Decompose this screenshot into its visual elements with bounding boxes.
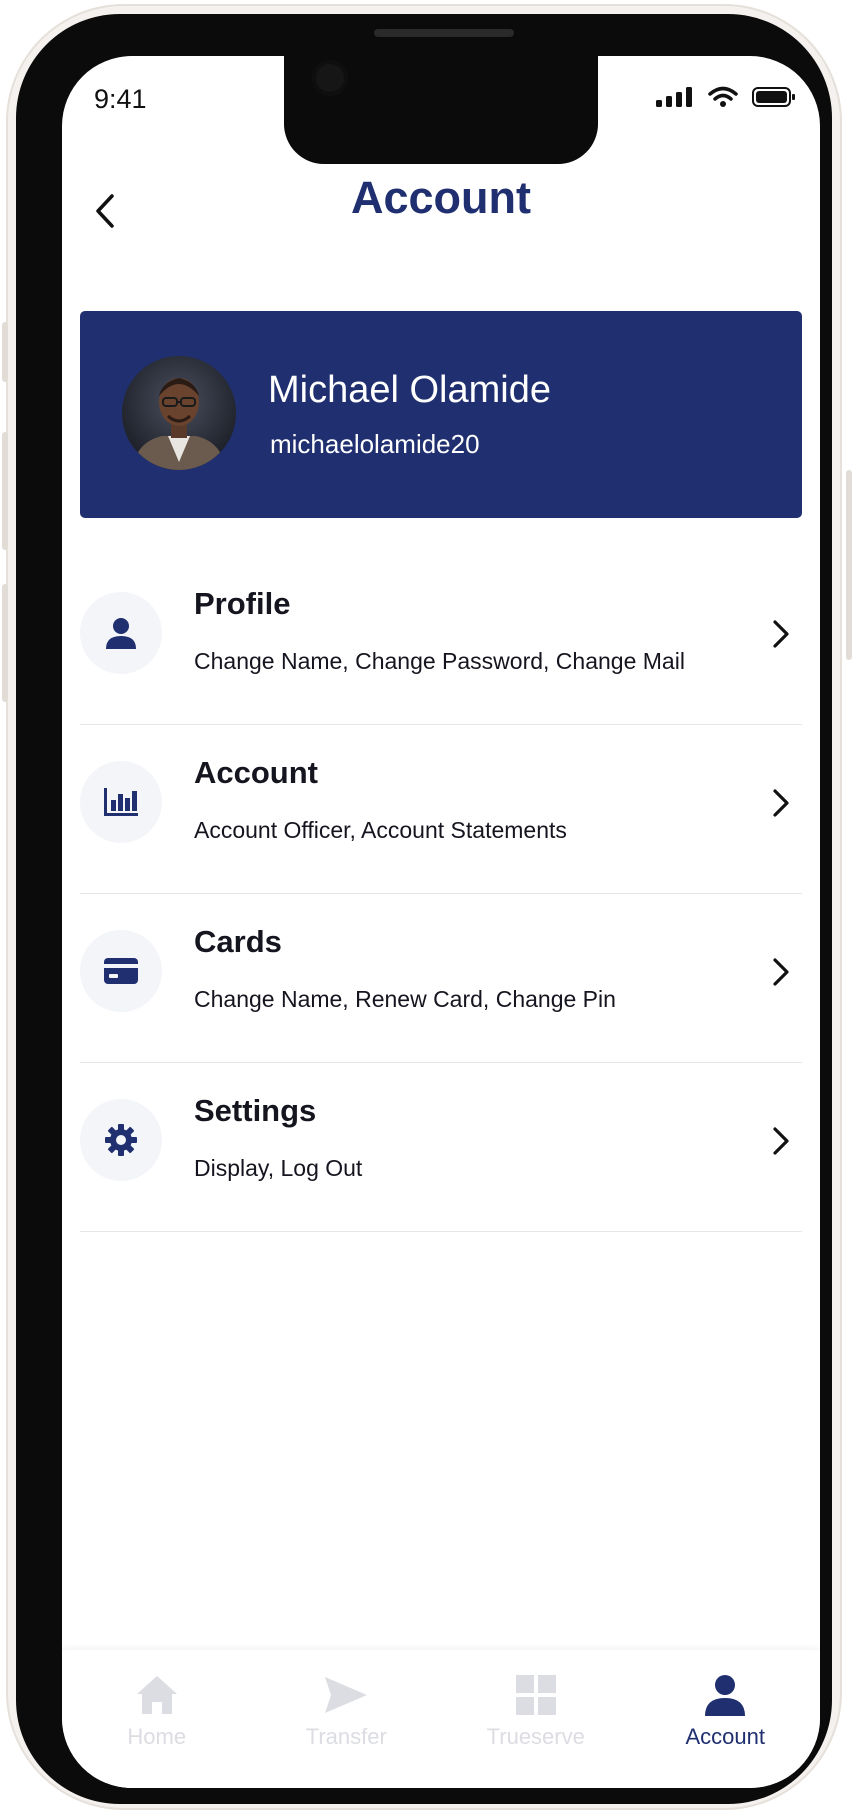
menu-item-title: Account bbox=[194, 755, 318, 790]
menu-item-title: Settings bbox=[194, 1093, 317, 1128]
mute-switch bbox=[2, 322, 8, 382]
menu-item-subtitle: Change Name, Renew Card, Change Pin bbox=[194, 986, 616, 1012]
menu-icon-container bbox=[80, 592, 162, 674]
nav-label: Account bbox=[685, 1724, 766, 1749]
profile-card[interactable]: Michael Olamide michaelolamide20 bbox=[80, 311, 802, 518]
wifi-icon bbox=[708, 86, 738, 107]
status-time: 9:41 bbox=[94, 84, 147, 114]
menu-icon-container bbox=[80, 1099, 162, 1181]
power-button bbox=[846, 470, 852, 660]
menu-icon-container bbox=[80, 761, 162, 843]
chevron-right-icon bbox=[766, 610, 796, 658]
menu-item-subtitle: Account Officer, Account Statements bbox=[194, 817, 567, 843]
bar-chart-icon bbox=[104, 788, 138, 816]
volume-down-button bbox=[2, 584, 8, 702]
avatar bbox=[122, 356, 236, 470]
status-icons bbox=[656, 86, 796, 108]
menu-item-title: Profile bbox=[194, 586, 291, 621]
menu-icon-container bbox=[80, 930, 162, 1012]
nav-label: Trueserve bbox=[486, 1724, 585, 1749]
menu-item-subtitle: Display, Log Out bbox=[194, 1155, 363, 1181]
nav-item-transfer[interactable]: Transfer bbox=[261, 1650, 431, 1750]
nav-item-home[interactable]: Home bbox=[72, 1650, 242, 1750]
grid-icon bbox=[515, 1675, 556, 1715]
menu-item-title: Cards bbox=[194, 924, 282, 959]
nav-item-account[interactable]: Account bbox=[640, 1650, 810, 1750]
person-icon bbox=[705, 1675, 746, 1716]
send-icon bbox=[325, 1677, 368, 1713]
front-camera bbox=[312, 60, 348, 96]
page-title: Account bbox=[351, 172, 531, 223]
chevron-right-icon bbox=[766, 948, 796, 996]
gear-icon bbox=[105, 1124, 137, 1156]
menu-item-profile[interactable]: Profile Change Name, Change Password, Ch… bbox=[80, 556, 802, 725]
person-icon bbox=[106, 618, 136, 649]
menu-item-cards[interactable]: Cards Change Name, Renew Card, Change Pi… bbox=[80, 894, 802, 1063]
chevron-right-icon bbox=[766, 779, 796, 827]
bottom-nav: Home Transfer Trueserve Account bbox=[62, 1650, 820, 1788]
notch bbox=[284, 56, 598, 164]
user-name: Michael Olamide bbox=[268, 369, 551, 411]
menu-item-account[interactable]: Account Account Officer, Account Stateme… bbox=[80, 725, 802, 894]
card-icon bbox=[104, 958, 138, 984]
nav-label: Transfer bbox=[305, 1724, 387, 1749]
settings-menu: Profile Change Name, Change Password, Ch… bbox=[80, 556, 802, 1232]
speaker-grille bbox=[374, 29, 514, 37]
battery-icon bbox=[752, 87, 795, 107]
username: michaelolamide20 bbox=[270, 429, 480, 459]
chevron-right-icon bbox=[766, 1117, 796, 1165]
phone-body: 9:41 Account Michael Olamide michaelolam… bbox=[16, 14, 832, 1804]
volume-up-button bbox=[2, 432, 8, 550]
cellular-signal-icon bbox=[656, 87, 692, 107]
menu-item-settings[interactable]: Settings Display, Log Out bbox=[80, 1063, 802, 1232]
home-icon bbox=[136, 1676, 177, 1714]
nav-label: Home bbox=[127, 1724, 187, 1749]
app-screen: 9:41 Account Michael Olamide michaelolam… bbox=[62, 56, 820, 1788]
nav-item-trueserve[interactable]: Trueserve bbox=[451, 1650, 621, 1750]
menu-item-subtitle: Change Name, Change Password, Change Mai… bbox=[194, 648, 685, 674]
